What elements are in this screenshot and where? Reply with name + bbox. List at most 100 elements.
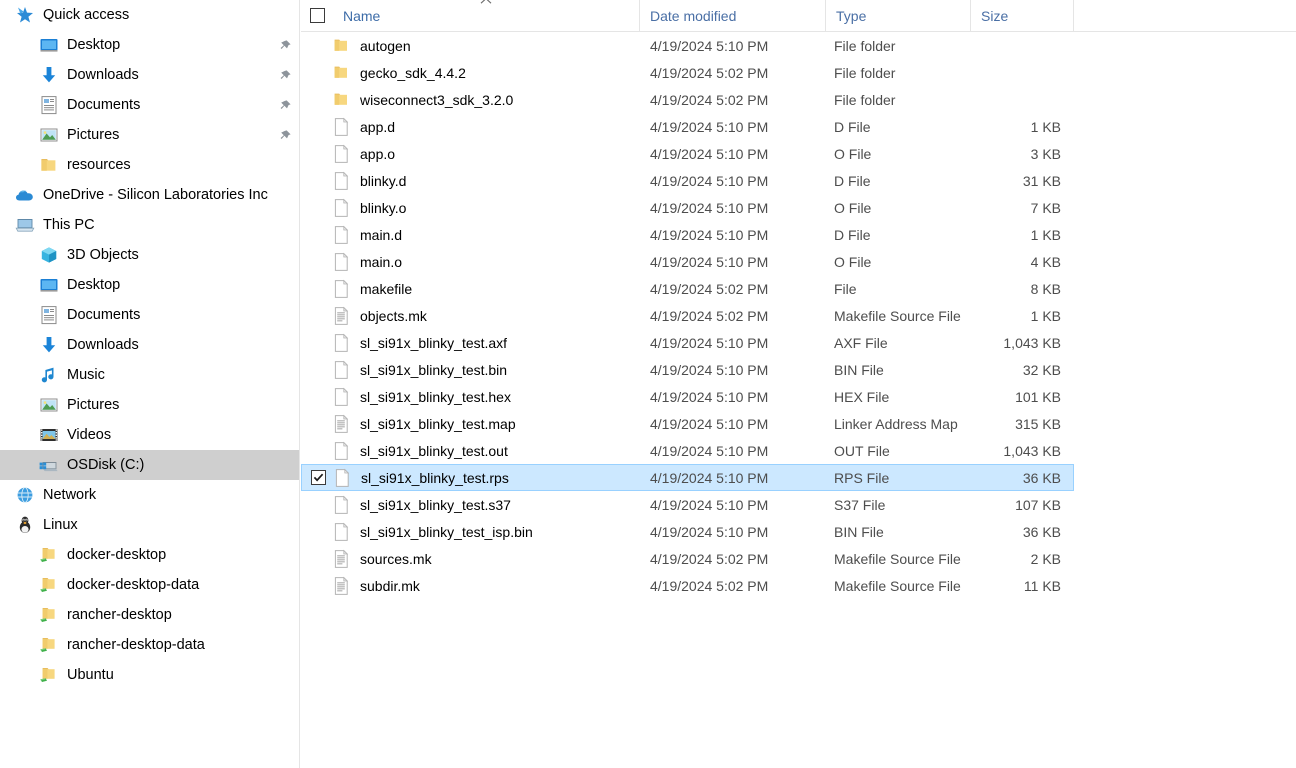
- file-row[interactable]: main.o 4/19/2024 5:10 PM O File 4 KB: [301, 248, 1074, 275]
- pin-icon: [280, 100, 291, 109]
- size-cell: 36 KB: [1022, 469, 1061, 486]
- file-name-cell[interactable]: app.d: [333, 117, 640, 137]
- file-name-cell[interactable]: blinky.o: [333, 198, 640, 218]
- pin-icon[interactable]: [279, 99, 292, 112]
- select-all-header[interactable]: [301, 0, 333, 32]
- file-row[interactable]: blinky.d 4/19/2024 5:10 PM D File 31 KB: [301, 167, 1074, 194]
- file-name-cell[interactable]: wiseconnect3_sdk_3.2.0: [333, 90, 640, 110]
- nav-item-documents[interactable]: Documents: [0, 90, 299, 120]
- nav-item-resources[interactable]: resources: [0, 150, 299, 180]
- type-cell: File folder: [834, 37, 896, 54]
- nav-item-pictures[interactable]: Pictures: [0, 390, 299, 420]
- pin-icon: [280, 130, 291, 139]
- file-name-cell[interactable]: gecko_sdk_4.4.2: [333, 63, 640, 83]
- nav-item-downloads[interactable]: Downloads: [0, 60, 299, 90]
- file-row[interactable]: objects.mk 4/19/2024 5:02 PM Makefile Sour…: [301, 302, 1074, 329]
- file-name-cell[interactable]: sources.mk: [333, 549, 640, 569]
- row-checkbox-cell[interactable]: [302, 470, 334, 485]
- nav-item-network[interactable]: Network: [0, 480, 299, 510]
- file-row[interactable]: subdir.mk 4/19/2024 5:02 PM Makefile Sourc…: [301, 572, 1074, 599]
- type-cell: Linker Address Map: [834, 415, 958, 432]
- blank-file-icon: [333, 252, 351, 272]
- nav-item-videos[interactable]: Videos: [0, 420, 299, 450]
- file-name-cell[interactable]: main.d: [333, 225, 640, 245]
- column-header-name[interactable]: Name: [333, 0, 640, 32]
- file-name-cell[interactable]: sl_si91x_blinky_test.out: [333, 441, 640, 461]
- file-name-cell[interactable]: sl_si91x_blinky_test.rps: [334, 468, 640, 488]
- nav-item-pictures[interactable]: Pictures: [0, 120, 299, 150]
- pictures-icon: [38, 394, 60, 416]
- file-row[interactable]: sl_si91x_blinky_test.bin 4/19/2024 5:10 P…: [301, 356, 1074, 383]
- nav-item-onedrive-silicon-laboratories-inc[interactable]: OneDrive - Silicon Laboratories Inc: [0, 180, 299, 210]
- nav-item-3d-objects[interactable]: 3D Objects: [0, 240, 299, 270]
- file-row[interactable]: sl_si91x_blinky_test_isp.bin 4/19/2024 5:…: [301, 518, 1074, 545]
- file-name-cell[interactable]: blinky.d: [333, 171, 640, 191]
- column-header-size[interactable]: Size: [971, 0, 1074, 32]
- file-name-cell[interactable]: sl_si91x_blinky_test.bin: [333, 360, 640, 380]
- file-name-label: sl_si91x_blinky_test_isp.bin: [360, 523, 533, 540]
- file-row[interactable]: app.d 4/19/2024 5:10 PM D File 1 KB: [301, 113, 1074, 140]
- pin-icon[interactable]: [279, 69, 292, 82]
- nav-item-desktop[interactable]: Desktop: [0, 30, 299, 60]
- text-file-icon: [333, 306, 351, 326]
- file-row[interactable]: wiseconnect3_sdk_3.2.0 4/19/2024 5:02 PM F…: [301, 86, 1074, 113]
- file-row[interactable]: sources.mk 4/19/2024 5:02 PM Makefile Sour…: [301, 545, 1074, 572]
- nav-item-linux[interactable]: Linux: [0, 510, 299, 540]
- nav-item-docker-desktop[interactable]: docker-desktop: [0, 540, 299, 570]
- file-row[interactable]: gecko_sdk_4.4.2 4/19/2024 5:02 PM File fol…: [301, 59, 1074, 86]
- file-name-label: sl_si91x_blinky_test.rps: [361, 469, 509, 486]
- nav-item-ubuntu[interactable]: Ubuntu: [0, 660, 299, 690]
- nav-item-music[interactable]: Music: [0, 360, 299, 390]
- nav-item-quick-access[interactable]: Quick access: [0, 0, 299, 30]
- file-name-cell[interactable]: sl_si91x_blinky_test.map: [333, 414, 640, 434]
- pin-icon[interactable]: [279, 129, 292, 142]
- type-cell: Makefile Source File: [834, 550, 961, 567]
- folder-icon: [334, 39, 347, 51]
- file-row[interactable]: main.d 4/19/2024 5:10 PM D File 1 KB: [301, 221, 1074, 248]
- file-row[interactable]: sl_si91x_blinky_test.out 4/19/2024 5:10 P…: [301, 437, 1074, 464]
- date-modified-cell: 4/19/2024 5:10 PM: [650, 37, 769, 54]
- nav-item-rancher-desktop-data[interactable]: rancher-desktop-data: [0, 630, 299, 660]
- column-header-date-modified[interactable]: Date modified: [640, 0, 826, 32]
- nav-item-desktop[interactable]: Desktop: [0, 270, 299, 300]
- file-name-cell[interactable]: objects.mk: [333, 306, 640, 326]
- nav-item-rancher-desktop[interactable]: rancher-desktop: [0, 600, 299, 630]
- file-row[interactable]: sl_si91x_blinky_test.axf 4/19/2024 5:10 P…: [301, 329, 1074, 356]
- file-row[interactable]: makefile 4/19/2024 5:02 PM File 8 KB: [301, 275, 1074, 302]
- file-name-label: sl_si91x_blinky_test.hex: [360, 388, 511, 405]
- file-name-cell[interactable]: app.o: [333, 144, 640, 164]
- nav-item-docker-desktop-data[interactable]: docker-desktop-data: [0, 570, 299, 600]
- select-all-checkbox[interactable]: [309, 8, 325, 23]
- file-name-cell[interactable]: main.o: [333, 252, 640, 272]
- file-row[interactable]: sl_si91x_blinky_test.s37 4/19/2024 5:10 P…: [301, 491, 1074, 518]
- row-checkbox-checked[interactable]: [310, 470, 326, 485]
- column-header-type[interactable]: Type: [826, 0, 971, 32]
- harddrive-icon: [38, 454, 60, 476]
- date-modified-cell: 4/19/2024 5:10 PM: [650, 118, 769, 135]
- pin-icon[interactable]: [279, 39, 292, 52]
- nav-item-osdisk-c[interactable]: OSDisk (C:): [0, 450, 299, 480]
- blank-file-icon: [334, 387, 349, 406]
- harddrive-icon: [39, 462, 58, 472]
- file-name-cell[interactable]: sl_si91x_blinky_test_isp.bin: [333, 522, 640, 542]
- file-row[interactable]: blinky.o 4/19/2024 5:10 PM O File 7 KB: [301, 194, 1074, 221]
- file-row[interactable]: sl_si91x_blinky_test.map 4/19/2024 5:10 P…: [301, 410, 1074, 437]
- file-name-label: sl_si91x_blinky_test.map: [360, 415, 516, 432]
- file-name-cell[interactable]: makefile: [333, 279, 640, 299]
- file-row[interactable]: app.o 4/19/2024 5:10 PM O File 3 KB: [301, 140, 1074, 167]
- file-name-cell[interactable]: autogen: [333, 36, 640, 56]
- nav-item-this-pc[interactable]: This PC: [0, 210, 299, 240]
- file-name-cell[interactable]: sl_si91x_blinky_test.axf: [333, 333, 640, 353]
- file-name-cell[interactable]: subdir.mk: [333, 576, 640, 596]
- nav-item-downloads[interactable]: Downloads: [0, 330, 299, 360]
- file-row[interactable]: sl_si91x_blinky_test.rps 4/19/2024 5:10 P…: [301, 464, 1074, 491]
- file-name-cell[interactable]: sl_si91x_blinky_test.s37: [333, 495, 640, 515]
- onedrive-icon: [16, 190, 33, 201]
- file-name-cell[interactable]: sl_si91x_blinky_test.hex: [333, 387, 640, 407]
- file-row[interactable]: sl_si91x_blinky_test.hex 4/19/2024 5:10 P…: [301, 383, 1074, 410]
- file-name-label: sources.mk: [360, 550, 432, 567]
- linux-icon: [14, 514, 36, 536]
- file-row[interactable]: autogen 4/19/2024 5:10 PM File folder: [301, 32, 1074, 59]
- nav-item-documents[interactable]: Documents: [0, 300, 299, 330]
- file-name-label: sl_si91x_blinky_test.s37: [360, 496, 511, 513]
